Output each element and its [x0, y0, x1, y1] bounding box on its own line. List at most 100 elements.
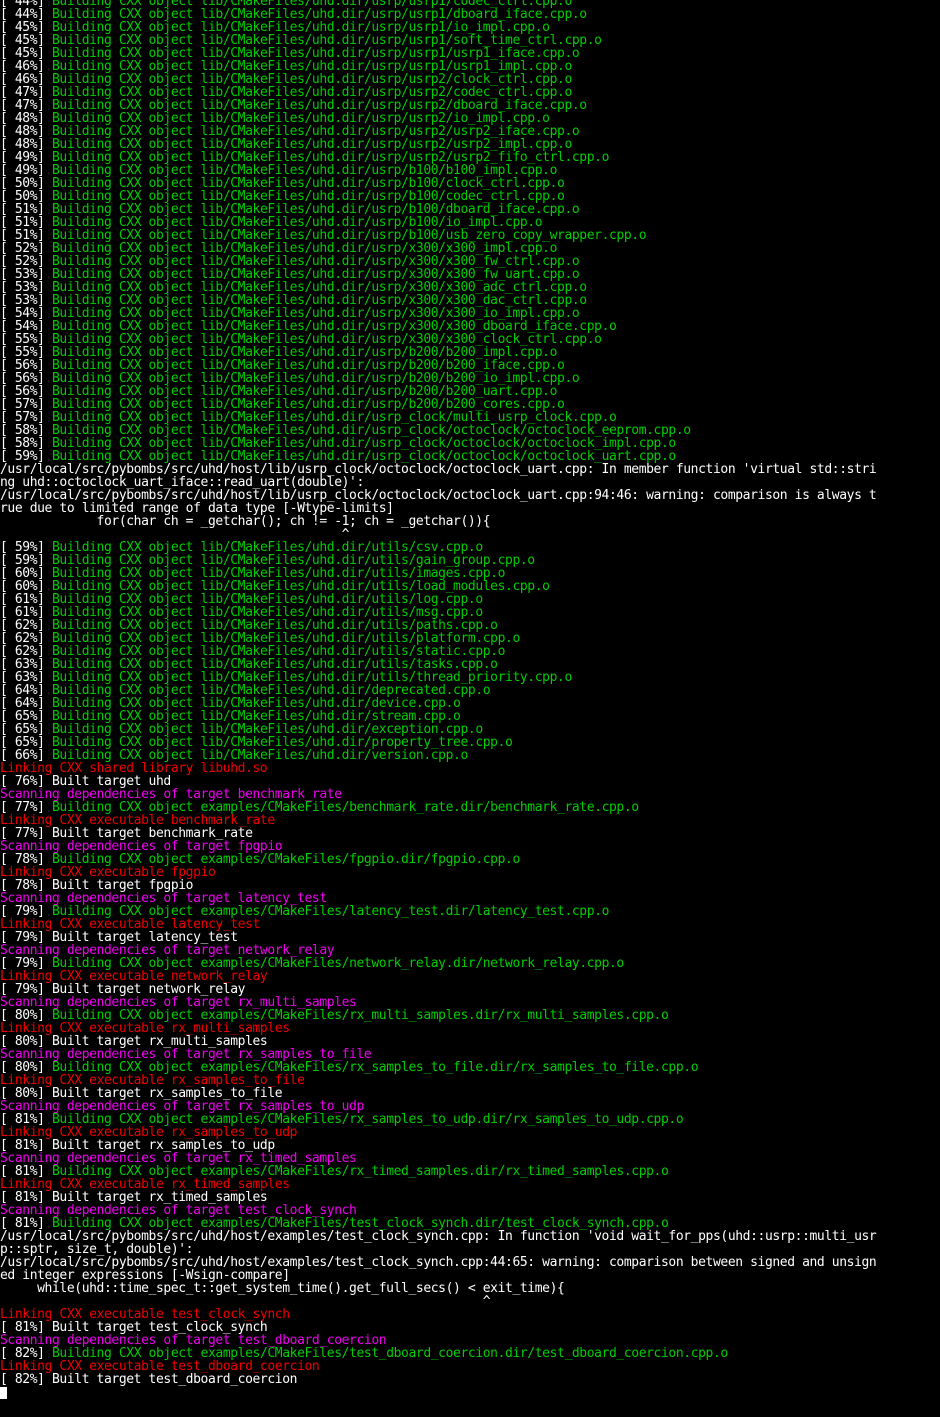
progress-percent: [ 45%] — [0, 21, 52, 34]
line-text: /usr/local/src/pybombs/src/uhd/host/exam… — [0, 1256, 877, 1269]
line-text: rue due to limited range of data type [-… — [0, 502, 394, 515]
line-text: Building CXX object lib/CMakeFiles/uhd.d… — [52, 723, 483, 736]
terminal-line: [ 82%] Building CXX object examples/CMak… — [0, 1347, 940, 1360]
terminal-line: Linking CXX executable rx_samples_to_udp — [0, 1126, 940, 1139]
terminal-line: [ 48%] Building CXX object lib/CMakeFile… — [0, 112, 940, 125]
terminal-output[interactable]: [ 44%] Building CXX object lib/CMakeFile… — [0, 0, 940, 1417]
progress-percent: [ 53%] — [0, 294, 52, 307]
progress-percent: [ 61%] — [0, 606, 52, 619]
line-text: [ 81%] Built target rx_samples_to_udp — [0, 1139, 275, 1152]
progress-percent: [ 60%] — [0, 567, 52, 580]
terminal-line: [ 79%] Building CXX object examples/CMak… — [0, 957, 940, 970]
line-text: Building CXX object lib/CMakeFiles/uhd.d… — [52, 255, 580, 268]
progress-percent: [ 63%] — [0, 671, 52, 684]
terminal-line: [ 65%] Building CXX object lib/CMakeFile… — [0, 736, 940, 749]
line-text: Linking CXX executable fpgpio — [0, 866, 216, 879]
progress-percent: [ 52%] — [0, 255, 52, 268]
line-text: Building CXX object lib/CMakeFiles/uhd.d… — [52, 411, 617, 424]
line-text: Building CXX object lib/CMakeFiles/uhd.d… — [52, 151, 609, 164]
terminal-line: [ 60%] Building CXX object lib/CMakeFile… — [0, 567, 940, 580]
line-text: Building CXX object lib/CMakeFiles/uhd.d… — [52, 710, 461, 723]
progress-percent: [ 62%] — [0, 632, 52, 645]
line-text: [ 79%] Built target latency_test — [0, 931, 238, 944]
line-text: Linking CXX executable rx_multi_samples — [0, 1022, 290, 1035]
progress-percent: [ 54%] — [0, 320, 52, 333]
terminal-line: [ 51%] Building CXX object lib/CMakeFile… — [0, 229, 940, 242]
line-text: Building CXX object lib/CMakeFiles/uhd.d… — [52, 112, 550, 125]
line-text: for(char ch = _getchar(); ch != -1; ch =… — [0, 515, 491, 528]
terminal-line: [ 62%] Building CXX object lib/CMakeFile… — [0, 619, 940, 632]
progress-percent: [ 78%] — [0, 853, 52, 866]
terminal-line: [ 53%] Building CXX object lib/CMakeFile… — [0, 268, 940, 281]
line-text: Building CXX object lib/CMakeFiles/uhd.d… — [52, 346, 558, 359]
line-text: Building CXX object lib/CMakeFiles/uhd.d… — [52, 242, 558, 255]
line-text: Building CXX object lib/CMakeFiles/uhd.d… — [52, 229, 647, 242]
line-text: [ 81%] Built target rx_timed_samples — [0, 1191, 268, 1204]
line-text: [ 77%] Built target benchmark_rate — [0, 827, 253, 840]
line-text: Building CXX object lib/CMakeFiles/uhd.d… — [52, 593, 483, 606]
terminal-line: [ 64%] Building CXX object lib/CMakeFile… — [0, 684, 940, 697]
line-text: Building CXX object examples/CMakeFiles/… — [52, 1113, 684, 1126]
line-text: Building CXX object lib/CMakeFiles/uhd.d… — [52, 99, 587, 112]
line-text: Building CXX object lib/CMakeFiles/uhd.d… — [52, 359, 565, 372]
progress-percent: [ 62%] — [0, 645, 52, 658]
line-text: Building CXX object examples/CMakeFiles/… — [52, 1061, 699, 1074]
line-text: Building CXX object lib/CMakeFiles/uhd.d… — [52, 749, 468, 762]
progress-percent: [ 48%] — [0, 125, 52, 138]
terminal-line: [ 44%] Building CXX object lib/CMakeFile… — [0, 0, 940, 8]
line-text: Building CXX object examples/CMakeFiles/… — [52, 957, 624, 970]
terminal-line: [ 55%] Building CXX object lib/CMakeFile… — [0, 346, 940, 359]
terminal-line: [ 58%] Building CXX object lib/CMakeFile… — [0, 424, 940, 437]
line-text: Building CXX object lib/CMakeFiles/uhd.d… — [52, 47, 580, 60]
progress-percent: [ 51%] — [0, 229, 52, 242]
progress-percent: [ 77%] — [0, 801, 52, 814]
progress-percent: [ 57%] — [0, 411, 52, 424]
progress-percent: [ 44%] — [0, 8, 52, 21]
terminal-line: [ 45%] Building CXX object lib/CMakeFile… — [0, 34, 940, 47]
terminal-line: Scanning dependencies of target rx_sampl… — [0, 1100, 940, 1113]
progress-percent: [ 46%] — [0, 73, 52, 86]
cursor-block — [0, 1387, 7, 1399]
line-text: Scanning dependencies of target latency_… — [0, 892, 327, 905]
line-text: /usr/local/src/pybombs/src/uhd/host/lib/… — [0, 489, 877, 502]
terminal-line: /usr/local/src/pybombs/src/uhd/host/lib/… — [0, 489, 940, 502]
terminal-line: Scanning dependencies of target rx_sampl… — [0, 1048, 940, 1061]
line-text: Building CXX object lib/CMakeFiles/uhd.d… — [52, 203, 580, 216]
terminal-line: /usr/local/src/pybombs/src/uhd/host/lib/… — [0, 463, 940, 476]
terminal-line: [ 50%] Building CXX object lib/CMakeFile… — [0, 190, 940, 203]
terminal-line: [ 65%] Building CXX object lib/CMakeFile… — [0, 710, 940, 723]
progress-percent: [ 59%] — [0, 554, 52, 567]
terminal-line: [ 48%] Building CXX object lib/CMakeFile… — [0, 138, 940, 151]
progress-percent: [ 61%] — [0, 593, 52, 606]
line-text: Building CXX object lib/CMakeFiles/uhd.d… — [52, 697, 461, 710]
terminal-line: [ 81%] Built target rx_timed_samples — [0, 1191, 940, 1204]
line-text: Building CXX object examples/CMakeFiles/… — [52, 905, 609, 918]
terminal-line: [ 80%] Built target rx_multi_samples — [0, 1035, 940, 1048]
line-text: Building CXX object examples/CMakeFiles/… — [52, 1165, 669, 1178]
progress-percent: [ 56%] — [0, 359, 52, 372]
terminal-line: [ 48%] Building CXX object lib/CMakeFile… — [0, 125, 940, 138]
progress-percent: [ 79%] — [0, 957, 52, 970]
progress-percent: [ 44%] — [0, 0, 52, 8]
progress-percent: [ 65%] — [0, 723, 52, 736]
terminal-line: Scanning dependencies of target rx_multi… — [0, 996, 940, 1009]
line-text: while(uhd::time_spec_t::get_system_time(… — [0, 1282, 565, 1295]
terminal-line: [ 50%] Building CXX object lib/CMakeFile… — [0, 177, 940, 190]
terminal-line: [ 46%] Building CXX object lib/CMakeFile… — [0, 60, 940, 73]
terminal-line: [ 80%] Building CXX object examples/CMak… — [0, 1009, 940, 1022]
terminal-line: [ 53%] Building CXX object lib/CMakeFile… — [0, 294, 940, 307]
line-text: Building CXX object examples/CMakeFiles/… — [52, 1009, 669, 1022]
line-text: Building CXX object lib/CMakeFiles/uhd.d… — [52, 333, 602, 346]
line-text: Building CXX object lib/CMakeFiles/uhd.d… — [52, 73, 572, 86]
terminal-line: Linking CXX executable latency_test — [0, 918, 940, 931]
progress-percent: [ 51%] — [0, 216, 52, 229]
line-text: Scanning dependencies of target rx_sampl… — [0, 1048, 372, 1061]
prompt-line[interactable] — [0, 1386, 940, 1399]
line-text: Building CXX object lib/CMakeFiles/uhd.d… — [52, 86, 572, 99]
progress-percent: [ 53%] — [0, 268, 52, 281]
progress-percent: [ 49%] — [0, 151, 52, 164]
progress-percent: [ 59%] — [0, 450, 52, 463]
line-text: Building CXX object lib/CMakeFiles/uhd.d… — [52, 398, 565, 411]
line-text: Scanning dependencies of target rx_timed… — [0, 1152, 357, 1165]
line-text: ^ — [0, 528, 350, 541]
